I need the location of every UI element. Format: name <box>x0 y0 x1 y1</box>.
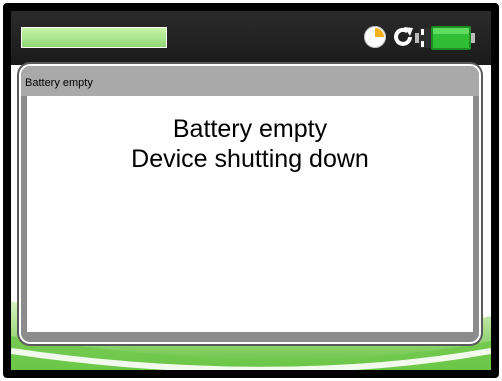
battery-icon <box>415 26 475 50</box>
dialog-body: Battery empty Device shutting down <box>27 96 473 332</box>
dialog-titlebar: Battery empty <box>21 66 479 96</box>
dialog-title: Battery empty <box>25 77 93 89</box>
refresh-icon[interactable] <box>391 25 415 49</box>
dialog-message-line-2: Device shutting down <box>131 145 369 173</box>
battery-empty-dialog: Battery empty Battery empty Device shutt… <box>19 64 481 344</box>
status-bar <box>11 11 491 65</box>
clock-icon <box>364 26 386 48</box>
dialog-message-line-1: Battery empty <box>172 115 328 143</box>
status-field <box>21 27 167 48</box>
screen: Battery empty Battery empty Device shutt… <box>11 11 491 370</box>
device-frame: Battery empty Battery empty Device shutt… <box>3 3 499 378</box>
